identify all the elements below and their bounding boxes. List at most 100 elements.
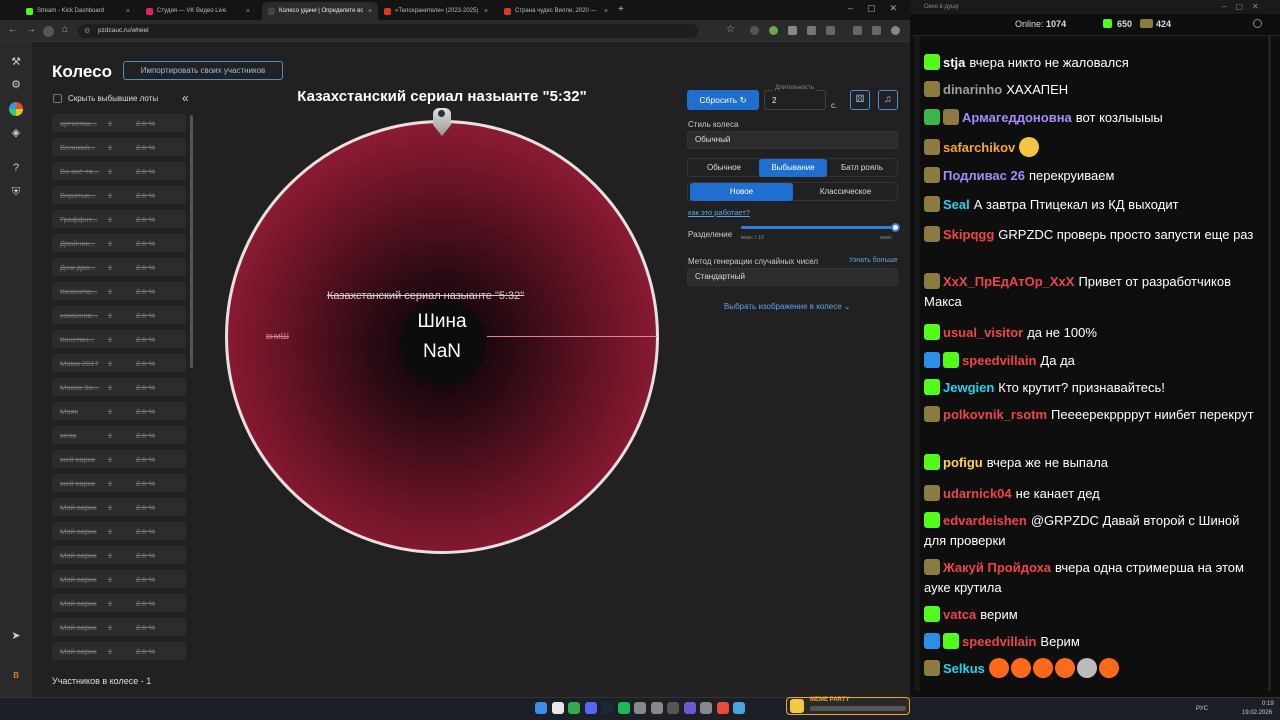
profile-icon[interactable]	[891, 26, 900, 35]
taskbar-app-icon[interactable]	[733, 702, 745, 714]
chat-username[interactable]: safarchikov	[943, 140, 1015, 155]
rng-learn-more-link[interactable]: Узнать больше	[849, 257, 898, 264]
how-it-works-link[interactable]: как это работает?	[688, 208, 750, 217]
close-tab-icon[interactable]: ×	[604, 8, 608, 15]
chat-username[interactable]: usual_visitor	[943, 325, 1023, 340]
back-icon[interactable]: ←	[8, 24, 18, 35]
mode-normal[interactable]: Обычное	[690, 159, 758, 177]
chat-username[interactable]: vatca	[943, 607, 976, 622]
extension-icon[interactable]	[769, 26, 778, 35]
lot-row[interactable]: Граффит... 1 2.0 %	[52, 210, 186, 228]
lot-row[interactable]: Маяк 1 2.0 %	[52, 402, 186, 420]
chat-username[interactable]: polkovnik_rsotm	[943, 407, 1047, 422]
wheel-style-select[interactable]: Обычный	[687, 131, 898, 149]
lot-row[interactable]: Мой варик 1 2.0 %	[52, 642, 186, 660]
taskbar-app-icon[interactable]	[683, 702, 696, 714]
chat-username[interactable]: dinarinho	[943, 82, 1002, 97]
lot-row[interactable]: Двойник... 1 2.0 %	[52, 234, 186, 252]
lot-row[interactable]: Мой варик 1 2.0 %	[52, 618, 186, 636]
language-indicator[interactable]: РУС	[1196, 706, 1208, 712]
lot-row[interactable]: мой варик 1 2.0 %	[52, 474, 186, 492]
lot-row[interactable]: Мой варик 1 2.0 %	[52, 546, 186, 564]
lot-row[interactable]: Впритык... 1 2.0 %	[52, 186, 186, 204]
browser-tab[interactable]: Студия — VK Видео Live ×	[140, 2, 256, 20]
mode-battle-royale[interactable]: Батл рояль	[828, 159, 896, 177]
lot-row[interactable]: Мама 2017 1 2.0 %	[52, 354, 186, 372]
home-icon[interactable]: ⌂	[62, 24, 68, 35]
browser-tab[interactable]: Stream - Kick Dashboard ×	[20, 2, 136, 20]
taskbar-app-icon[interactable]	[568, 702, 580, 714]
close-tab-icon[interactable]: ×	[126, 8, 130, 15]
reload-icon[interactable]	[43, 26, 54, 37]
puzzle-icon[interactable]	[826, 26, 835, 35]
extension-icon[interactable]	[788, 26, 797, 35]
search-icon[interactable]	[551, 702, 564, 714]
sidebar-toggle-icon[interactable]	[872, 26, 881, 35]
extension-icon[interactable]	[750, 26, 759, 35]
taskbar-app-icon[interactable]	[716, 702, 729, 714]
browser-tab[interactable]: Колесо удачи | Определите вс ×	[262, 2, 378, 20]
lot-row[interactable]: Мой варик 1 2.0 %	[52, 522, 186, 540]
lot-row[interactable]: Во всё тя... 1 2.0 %	[52, 162, 186, 180]
hammer-icon[interactable]: ⚒	[9, 55, 23, 69]
start-icon[interactable]	[535, 702, 547, 714]
close-tab-icon[interactable]: ×	[368, 8, 372, 15]
taskbar-app-icon[interactable]	[650, 702, 663, 714]
taskbar-app-icon[interactable]	[667, 702, 679, 714]
telegram-icon[interactable]: ➤	[9, 629, 23, 643]
import-participants-button[interactable]: Импортировать своих участников	[123, 61, 283, 80]
chat-username[interactable]: udarnick04	[943, 486, 1012, 501]
chat-username[interactable]: Подливас 26	[943, 168, 1025, 183]
settings-icon[interactable]	[1253, 19, 1262, 28]
taskbar-app-icon[interactable]	[584, 702, 597, 714]
chat-username[interactable]: Jewgien	[943, 380, 994, 395]
chat-username[interactable]: speedvillain	[962, 634, 1036, 649]
chat-username[interactable]: pofigu	[943, 455, 983, 470]
wheel-icon[interactable]	[9, 102, 23, 116]
lot-row[interactable]: Мой варик 1 2.0 %	[52, 594, 186, 612]
reset-button[interactable]: Сбросить ↻	[687, 90, 759, 110]
chat-username[interactable]: Seal	[943, 197, 970, 212]
lot-row[interactable]: мгла 1 2.0 %	[52, 426, 186, 444]
chat-username[interactable]: Skipqgg	[943, 227, 994, 242]
chat-username[interactable]: XxX_ПрЕдАтОр_XxX	[943, 274, 1074, 289]
lot-row[interactable]: Казахста... 1 2.0 %	[52, 282, 186, 300]
split-slider-thumb[interactable]	[891, 223, 900, 232]
forward-icon[interactable]: →	[26, 24, 36, 35]
layers-icon[interactable]: ◈	[9, 126, 23, 140]
chat-username[interactable]: speedvillain	[962, 353, 1036, 368]
chat-window-controls[interactable]: –▢✕	[1222, 2, 1268, 11]
taskbar-app-icon[interactable]	[634, 702, 646, 714]
mode-elimination[interactable]: Выбывание	[759, 159, 827, 177]
gear-icon[interactable]: ⚙	[9, 78, 23, 92]
url-input[interactable]: pzdcauc.ru/wheel	[78, 24, 698, 38]
chat-username[interactable]: edvardeishen	[943, 513, 1027, 528]
lot-row[interactable]: мой варик 1 2.0 %	[52, 450, 186, 468]
download-icon[interactable]	[853, 26, 862, 35]
browser-tab[interactable]: Страна чудес Вилли, 2020 — ×	[498, 2, 614, 20]
collapse-list-button[interactable]: «	[182, 91, 189, 105]
chat-username[interactable]: stja	[943, 55, 965, 70]
rng-select[interactable]: Стандартный	[687, 268, 898, 286]
new-tab-button[interactable]: +	[618, 4, 624, 15]
taskbar-app-icon[interactable]	[700, 702, 712, 714]
submode-new[interactable]: Новое	[690, 183, 793, 201]
lot-row[interactable]: Мой варик 1 2.0 %	[52, 498, 186, 516]
lot-row[interactable]: Дом дра... 1 2.0 %	[52, 258, 186, 276]
lot-row[interactable]: Маска Зо... 1 2.0 %	[52, 378, 186, 396]
random-dice-icon[interactable]: ⚄	[850, 90, 870, 110]
window-controls[interactable]: –▢✕	[848, 3, 911, 14]
clock-time[interactable]: 0:19	[1262, 701, 1274, 707]
close-tab-icon[interactable]: ×	[246, 8, 250, 15]
hide-eliminated-checkbox[interactable]	[53, 94, 62, 103]
lot-row[interactable]: артистка... 1 2.0 %	[52, 114, 186, 132]
chat-username[interactable]: Selkus	[943, 661, 985, 676]
lot-row[interactable]: кокаинов... 1 2.0 %	[52, 306, 186, 324]
site-info-icon[interactable]: ⚙	[84, 27, 90, 35]
shield-icon[interactable]: ⛨	[9, 185, 23, 199]
music-icon[interactable]: ♫	[878, 90, 898, 110]
close-tab-icon[interactable]: ×	[484, 8, 488, 15]
lot-row[interactable]: Великий... 1 2.0 %	[52, 138, 186, 156]
taskbar-app-icon[interactable]	[601, 702, 613, 714]
boosty-icon[interactable]: ʙ	[9, 668, 23, 682]
